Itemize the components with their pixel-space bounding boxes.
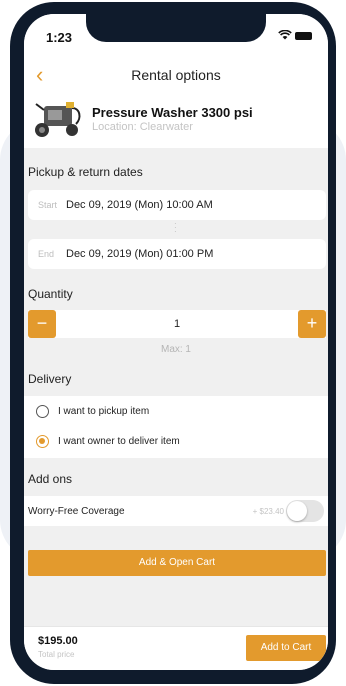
- delivery-section-label: Delivery: [28, 372, 72, 386]
- product-header: Pressure Washer 3300 psi Location: Clear…: [24, 96, 328, 148]
- phone-screen: 1:23 ‹ Rental options Pressure Washer 33…: [24, 14, 328, 670]
- wifi-icon: [278, 29, 292, 43]
- start-date-value: Dec 09, 2019 (Mon) 10:00 AM: [66, 199, 213, 211]
- addon-row-coverage: Worry-Free Coverage + $23.40: [24, 496, 328, 526]
- quantity-section-label: Quantity: [28, 287, 73, 301]
- deliver-radio[interactable]: [36, 435, 49, 448]
- decrease-quantity-button[interactable]: −: [28, 310, 56, 338]
- phone-notch: [86, 14, 266, 42]
- add-to-cart-button[interactable]: Add to Cart: [246, 635, 326, 661]
- increase-quantity-button[interactable]: +: [298, 310, 326, 338]
- addon-price: + $23.40: [252, 507, 284, 516]
- coverage-toggle[interactable]: [286, 500, 324, 522]
- date-connector-dots: · · ·: [174, 219, 177, 236]
- end-date-field[interactable]: End Dec 09, 2019 (Mon) 01:00 PM: [28, 239, 326, 269]
- nav-bar: ‹ Rental options: [24, 54, 328, 96]
- end-date-value: Dec 09, 2019 (Mon) 01:00 PM: [66, 248, 214, 260]
- product-name: Pressure Washer 3300 psi: [92, 105, 253, 120]
- pickup-option-label[interactable]: I want to pickup item: [58, 406, 149, 417]
- quantity-stepper: 1 − +: [28, 310, 326, 338]
- addon-label: Worry-Free Coverage: [28, 506, 125, 517]
- delivery-options: I want to pickup item I want owner to de…: [24, 396, 328, 458]
- add-open-cart-button[interactable]: Add & Open Cart: [28, 550, 326, 576]
- pressure-washer-image: [35, 102, 81, 137]
- end-date-tag: End: [38, 249, 55, 259]
- addons-section-label: Add ons: [28, 472, 73, 486]
- battery-icon: [295, 32, 312, 40]
- start-date-field[interactable]: Start Dec 09, 2019 (Mon) 10:00 AM: [28, 190, 326, 220]
- toggle-knob: [287, 501, 307, 521]
- total-price-value: $195.00: [38, 635, 78, 647]
- status-time: 1:23: [46, 30, 73, 45]
- quantity-value[interactable]: 1: [28, 318, 326, 330]
- dates-section-label: Pickup & return dates: [28, 165, 143, 179]
- quantity-max-label: Max: 1: [160, 344, 191, 355]
- footer-bar: $195.00 Total price Add to Cart: [24, 626, 328, 670]
- total-price-label: Total price: [38, 650, 75, 659]
- deliver-option-label[interactable]: I want owner to deliver item: [58, 436, 180, 447]
- start-date-tag: Start: [38, 200, 58, 210]
- page-title: Rental options: [131, 67, 221, 83]
- pickup-radio[interactable]: [36, 405, 49, 418]
- phone-frame: 1:23 ‹ Rental options Pressure Washer 33…: [10, 2, 336, 684]
- product-location: Location: Clearwater: [92, 121, 193, 133]
